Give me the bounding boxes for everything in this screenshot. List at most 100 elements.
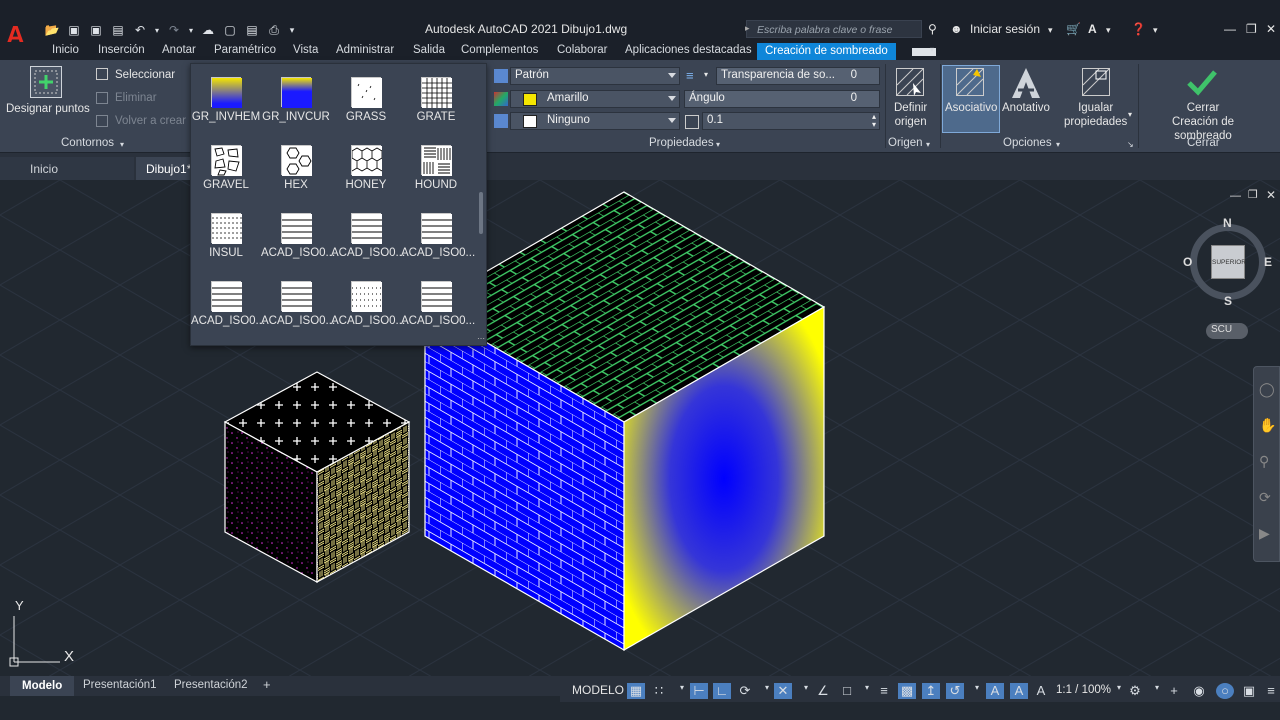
ribbon-toggle-dropdown-icon[interactable]: ▾ [930, 45, 934, 54]
opciones-dialog-launcher-icon[interactable]: ↘ [1127, 140, 1134, 149]
tab-vista[interactable]: Vista [293, 44, 318, 56]
hatch-pattern-acad-iso0--11[interactable]: ACAD_ISO0... [401, 213, 475, 259]
steering-wheel-icon[interactable]: ◯ [1259, 381, 1275, 398]
opciones-panel-title[interactable]: Opciones [1003, 137, 1052, 149]
tab-start[interactable]: Inicio [0, 157, 134, 180]
designar-puntos-button[interactable]: Designar puntos [6, 102, 90, 116]
igualar-dropdown-icon[interactable]: ▾ [1128, 110, 1132, 119]
osnap-dropdown-icon[interactable]: ▾ [797, 683, 815, 699]
showmotion-icon[interactable]: ▶ [1259, 525, 1270, 542]
origen-expand-icon[interactable]: ▾ [926, 140, 930, 149]
hatch-pattern-gravel-4[interactable]: GRAVEL [191, 145, 261, 191]
annotation-scale-icon[interactable]: A [1032, 683, 1050, 699]
anotativo-button[interactable]: Anotativo [1002, 101, 1050, 115]
hatch-pattern-gr-invhem-0[interactable]: GR_INVHEM [191, 77, 261, 123]
tab-colaborar[interactable]: Colaborar [557, 44, 608, 56]
opciones-expand-icon[interactable]: ▾ [1056, 140, 1060, 149]
annotation-dropdown-icon[interactable]: ▾ [968, 683, 986, 699]
help-icon[interactable]: ❓ [1131, 22, 1146, 36]
tab-aplicaciones[interactable]: Aplicaciones destacadas [625, 44, 752, 56]
definir-origen-button[interactable]: Definir origen [894, 101, 927, 129]
isodraft-icon[interactable]: ⟳ [736, 683, 754, 699]
viewport-minimize-icon[interactable]: — [1230, 190, 1241, 202]
propiedades-panel-title[interactable]: Propiedades [649, 137, 714, 149]
ortho-icon[interactable]: ⊢ [690, 683, 708, 699]
annotation-scale-select[interactable]: 1:1 / 100% [1056, 684, 1111, 696]
tab-complementos[interactable]: Complementos [461, 44, 538, 56]
document-icon[interactable]: ▤ [244, 23, 260, 37]
angulo-slider[interactable]: Ángulo 0 [684, 90, 880, 108]
search-input[interactable]: Escriba palabra clave o frase [745, 20, 922, 38]
compass-s-label[interactable]: S [1224, 294, 1232, 308]
designar-puntos-icon[interactable] [30, 66, 62, 98]
hatch-pattern-acad-iso0--12[interactable]: ACAD_ISO0... [191, 281, 265, 327]
tab-salida[interactable]: Salida [413, 44, 445, 56]
tab-administrar[interactable]: Administrar [336, 44, 394, 56]
hatch-pattern-honey-6[interactable]: HONEY [331, 145, 401, 191]
igualar-propiedades-button[interactable]: Igualar propiedades [1064, 101, 1127, 129]
annotation-visibility-icon[interactable]: A [986, 683, 1004, 699]
restore-icon[interactable]: ❐ [1246, 22, 1257, 36]
open-folder-icon[interactable]: 📂 [44, 23, 60, 37]
customization-menu-icon[interactable]: ≡ [1262, 683, 1280, 699]
undo-dropdown-icon[interactable]: ▾ [154, 23, 160, 37]
hatch-pattern-hound-7[interactable]: HOUND [401, 145, 471, 191]
escala-spinner[interactable]: 0.1 ▴ ▾ [702, 112, 880, 130]
hatch-pattern-acad-iso0--10[interactable]: ACAD_ISO0... [331, 213, 405, 259]
a360-dropdown-icon[interactable]: ▾ [1106, 25, 1111, 36]
model-space-button[interactable]: MODELO [572, 683, 624, 697]
navigation-bar[interactable]: ◯ ✋ ⚲ ⟳ ▶ [1253, 366, 1280, 562]
auto-scale-icon[interactable]: A [1010, 683, 1028, 699]
tab-dibujo1[interactable]: Dibujo1* [136, 157, 196, 180]
volver-a-crear-button[interactable]: Volver a crear [115, 115, 186, 127]
hatch-pattern-insul-8[interactable]: INSUL [191, 213, 261, 259]
selection-filter-icon[interactable]: ▩ [898, 683, 916, 699]
tab-anotar[interactable]: Anotar [162, 44, 196, 56]
sign-in-dropdown-icon[interactable]: ▾ [1048, 25, 1053, 36]
tab-parametrico[interactable]: Paramétrico [214, 44, 276, 56]
hatch-pattern-gr-invcur-1[interactable]: GR_INVCUR [261, 77, 331, 123]
undo-icon[interactable]: ↶ [132, 23, 148, 37]
transparency-toggle-icon[interactable]: ≡ [875, 683, 893, 699]
selection-cycling-icon[interactable]: □ [838, 683, 856, 699]
viewcube-face[interactable]: SUPERIOR [1211, 245, 1246, 279]
contornos-panel-title[interactable]: Contornos [61, 137, 114, 149]
tab-creacion-sombreado[interactable]: Creación de sombreado [757, 43, 896, 60]
selection-dropdown-icon[interactable]: ▾ [858, 683, 876, 699]
transparencia-slider[interactable]: Transparencia de so... 0 [716, 67, 880, 85]
tab-presentacion1[interactable]: Presentación1 [83, 679, 157, 691]
snap-mode-icon[interactable]: ∷ [650, 683, 668, 699]
spinner-arrows-icon[interactable]: ▴ ▾ [872, 113, 876, 129]
contornos-expand-icon[interactable]: ▾ [120, 140, 124, 149]
cart-icon[interactable]: 🛒 [1066, 22, 1081, 36]
plot-icon[interactable]: ▤ [110, 23, 126, 37]
help-dropdown-icon[interactable]: ▾ [1153, 25, 1158, 36]
hatch-color-select[interactable]: Amarillo [510, 90, 680, 108]
pan-icon[interactable]: ✋ [1259, 417, 1276, 434]
annotation-monitor-icon[interactable]: ↺ [946, 683, 964, 699]
workspace-gear-icon[interactable]: ⚙ [1126, 683, 1144, 699]
compass-o-label[interactable]: O [1183, 255, 1192, 269]
hatch-pattern-hex-5[interactable]: HEX [261, 145, 331, 191]
close-icon[interactable]: ✕ [1266, 22, 1276, 36]
folder-icon[interactable]: ▢ [222, 23, 238, 37]
hatch-pattern-acad-iso0--15[interactable]: ACAD_ISO0... [401, 281, 475, 327]
search-icon[interactable]: ⚲ [928, 22, 937, 36]
user-icon[interactable]: ☻ [950, 22, 963, 36]
viewport-restore-icon[interactable]: ❐ [1248, 188, 1258, 201]
workspace-dropdown-icon[interactable]: ▾ [1148, 683, 1166, 699]
hatch-pattern-grass-2[interactable]: GRASS [331, 77, 401, 123]
hatch-pattern-acad-iso0--13[interactable]: ACAD_ISO0... [261, 281, 335, 327]
a360-icon[interactable]: A [1088, 22, 1097, 36]
sign-in-link[interactable]: Iniciar sesión [970, 22, 1040, 36]
resize-grip-icon[interactable]: ⋯ [477, 334, 485, 343]
viewport-close-icon[interactable]: ✕ [1266, 188, 1276, 202]
seleccionar-button[interactable]: Seleccionar [115, 69, 175, 81]
minimize-icon[interactable]: — [1224, 22, 1236, 36]
annotation-scale-add-icon[interactable]: + [1165, 683, 1183, 699]
tab-presentacion2[interactable]: Presentación2 [174, 679, 248, 691]
zoom-icon[interactable]: ⚲ [1259, 453, 1269, 470]
tab-insercion[interactable]: Inserción [98, 44, 145, 56]
clean-screen-icon[interactable]: ▣ [1240, 683, 1258, 699]
hatch-pattern-acad-iso0--9[interactable]: ACAD_ISO0... [261, 213, 335, 259]
